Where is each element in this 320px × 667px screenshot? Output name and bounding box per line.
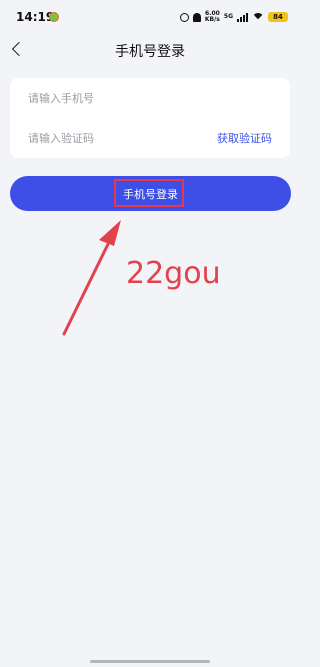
- code-field-row: 获取验证码: [10, 118, 290, 158]
- phone-login-button[interactable]: 手机号登录: [10, 176, 291, 211]
- page-title: 手机号登录: [115, 44, 185, 60]
- get-code-link[interactable]: 获取验证码: [217, 130, 272, 146]
- status-bar: 14:19 6.00 KB/s 5G 84: [0, 0, 300, 34]
- login-screen: 14:19 6.00 KB/s 5G 84 手机号登录 获取验证码: [0, 0, 300, 667]
- signal-icon: [237, 12, 248, 22]
- wifi-icon: [252, 12, 264, 22]
- mute-icon: [192, 12, 201, 22]
- app-notification-icon: [49, 12, 59, 22]
- net-speed-unit: KB/s: [204, 16, 220, 23]
- annotation-text: 22gou: [126, 256, 221, 291]
- battery-icon: 84: [268, 12, 288, 22]
- network-type-label: 5G: [223, 13, 233, 20]
- status-icons: 6.00 KB/s 5G 84: [179, 10, 288, 24]
- login-form-card: 获取验证码: [10, 78, 290, 158]
- nav-bar: 手机号登录: [0, 34, 300, 68]
- verification-code-input[interactable]: [28, 128, 208, 148]
- phone-field-row: [10, 78, 290, 118]
- login-button-label: 手机号登录: [123, 188, 178, 201]
- home-indicator[interactable]: [90, 660, 210, 663]
- network-speed: 6.00 KB/s: [205, 11, 220, 23]
- alarm-icon: [179, 12, 189, 22]
- phone-input[interactable]: [28, 88, 208, 108]
